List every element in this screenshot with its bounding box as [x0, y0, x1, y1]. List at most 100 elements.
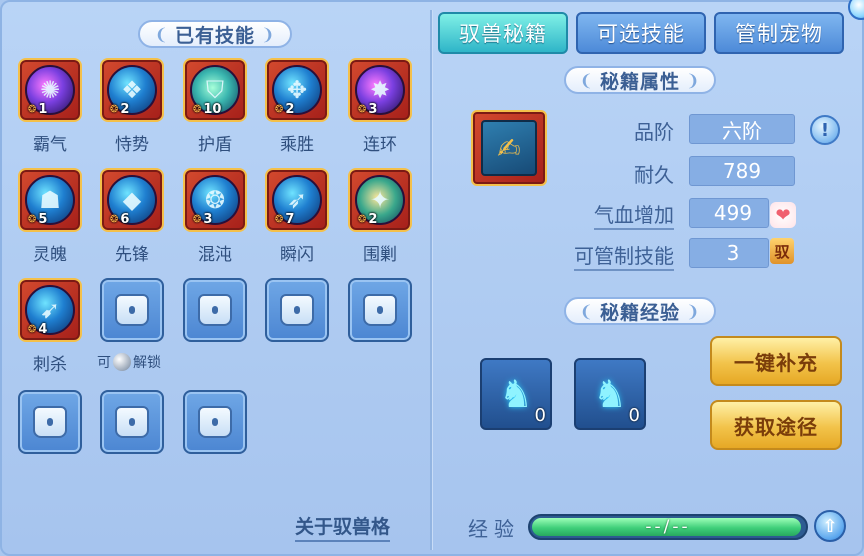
skill-name: 恃势: [115, 135, 149, 155]
upgrade-arrow-button[interactable]: ⇧: [814, 510, 846, 542]
skill-level: ❂ 2: [358, 212, 377, 227]
tab-controlled-pets[interactable]: 管制宠物: [714, 12, 844, 54]
attributes-title: 秘籍属性: [599, 70, 680, 93]
experience-banner: ❨ 秘籍经验 ❩: [564, 297, 716, 325]
hp-increase-value: 499: [689, 198, 769, 228]
exp-item-count: 0: [534, 405, 546, 426]
paw-icon: ❂: [28, 214, 37, 225]
skill-level-number: 2: [285, 102, 295, 117]
lock-icon: [363, 294, 397, 326]
lock-icon: [198, 406, 232, 438]
skill-slot[interactable]: ☗ ❂ 5: [18, 168, 82, 232]
skill-slot[interactable]: ✥ ❂ 2: [265, 58, 329, 122]
skill-level-number: 10: [203, 102, 222, 117]
lock-icon: [115, 406, 149, 438]
locked-skill-slot[interactable]: [100, 278, 164, 342]
silver-coin-icon: [113, 353, 131, 371]
skill-slot[interactable]: ✸ ❂ 3: [348, 58, 412, 122]
paw-icon: ❂: [275, 104, 284, 115]
locked-skill-slot[interactable]: [348, 278, 412, 342]
skill-slot[interactable]: ✦ ❂ 2: [348, 168, 412, 232]
owned-skills-banner: ❨ 已有技能 ❩: [138, 20, 292, 48]
skill-slot[interactable]: ➶ ❂ 7: [265, 168, 329, 232]
skill-level-number: 2: [368, 212, 378, 227]
paw-icon: ❂: [28, 324, 37, 335]
paw-icon: ❂: [193, 104, 202, 115]
skill-slot[interactable]: ❂ ❂ 3: [183, 168, 247, 232]
skill-book-panel: ❨ 已有技能 ❩ ✺ ❂ 1 霸气 ❖ ❂ 2 恃势 ⛉ ❂ 10 护盾 ✥ ❂ 2 乘胜 ✸ ❂ 3 连环 ☗ ❂ 5 灵魄…: [0, 0, 864, 556]
banner-curl-right-icon: ❩: [261, 24, 276, 44]
about-beast-slot-link[interactable]: 关于驭兽格: [295, 512, 391, 542]
paw-icon: ❂: [110, 104, 119, 115]
skill-name: 灵魄: [33, 245, 67, 265]
paw-icon: ❂: [110, 214, 119, 225]
attributes-banner: ❨ 秘籍属性 ❩: [564, 66, 716, 94]
corner-orb-icon[interactable]: [848, 0, 864, 20]
skill-name: 护盾: [198, 135, 232, 155]
locked-skill-slot[interactable]: [18, 390, 82, 454]
locked-skill-slot[interactable]: [183, 278, 247, 342]
skill-name: 霸气: [33, 135, 67, 155]
control-badge-icon: 驭: [770, 238, 794, 264]
skill-level: ❂ 1: [28, 102, 47, 117]
skill-name: 刺杀: [33, 355, 67, 375]
lock-icon: [33, 406, 67, 438]
exp-progress-bar: --/--: [528, 514, 808, 540]
panel-divider: [430, 10, 432, 550]
banner-curl-left-icon: ❨: [579, 301, 594, 321]
banner-curl-left-icon: ❨: [154, 24, 169, 44]
skill-level-number: 2: [120, 102, 130, 117]
locked-skill-slot[interactable]: [183, 390, 247, 454]
controllable-skills-label[interactable]: 可管制技能: [574, 240, 674, 271]
unlock-hint-prefix: 可: [97, 355, 111, 371]
rank-label: 品阶: [634, 120, 674, 144]
banner-curl-right-icon: ❩: [686, 301, 701, 321]
auto-refill-button[interactable]: 一键补充: [710, 336, 842, 386]
locked-skill-slot[interactable]: [265, 278, 329, 342]
skill-level: ❂ 4: [28, 322, 47, 337]
skill-name: 乘胜: [280, 135, 314, 155]
unlock-hint: 可 解锁: [97, 352, 161, 372]
book-cover-icon: ✍: [481, 120, 537, 176]
skill-slot[interactable]: ✺ ❂ 1: [18, 58, 82, 122]
skill-name: 瞬闪: [280, 245, 314, 265]
paw-icon: ❂: [193, 214, 202, 225]
skill-level-number: 5: [38, 212, 48, 227]
banner-curl-right-icon: ❩: [686, 70, 701, 90]
skill-level: ❂ 3: [358, 102, 377, 117]
skill-slot[interactable]: ◆ ❂ 6: [100, 168, 164, 232]
obtain-methods-button[interactable]: 获取途径: [710, 400, 842, 450]
skill-level: ❂ 3: [193, 212, 212, 227]
durability-value: 789: [689, 156, 795, 186]
owned-skills-title: 已有技能: [174, 24, 255, 47]
skill-level: ❂ 2: [110, 102, 129, 117]
skill-slot[interactable]: ⛉ ❂ 10: [183, 58, 247, 122]
skill-book-item[interactable]: ✍: [471, 110, 547, 186]
exp-item-1[interactable]: ♞ 0: [480, 358, 552, 430]
info-icon[interactable]: !: [810, 115, 840, 145]
skill-name: 围剿: [363, 245, 397, 265]
hp-increase-label[interactable]: 气血增加: [594, 199, 674, 230]
durability-label: 耐久: [634, 163, 674, 187]
skill-slot[interactable]: ➹ ❂ 4: [18, 278, 82, 342]
skill-level-number: 4: [38, 322, 48, 337]
locked-skill-slot[interactable]: [100, 390, 164, 454]
skill-name: 混沌: [198, 245, 232, 265]
paw-icon: ❂: [28, 104, 37, 115]
unlock-hint-suffix: 解锁: [133, 355, 161, 371]
paw-icon: ❂: [358, 214, 367, 225]
skill-level-number: 3: [368, 102, 378, 117]
tab-beast-book[interactable]: 驭兽秘籍: [438, 12, 568, 54]
banner-curl-left-icon: ❨: [579, 70, 594, 90]
lock-icon: [280, 294, 314, 326]
paw-icon: ❂: [275, 214, 284, 225]
skill-slot[interactable]: ❖ ❂ 2: [100, 58, 164, 122]
skill-level: ❂ 7: [275, 212, 294, 227]
lock-icon: [198, 294, 232, 326]
exp-item-2[interactable]: ♞ 0: [574, 358, 646, 430]
lock-icon: [115, 294, 149, 326]
experience-title: 秘籍经验: [599, 301, 680, 324]
tab-optional-skills[interactable]: 可选技能: [576, 12, 706, 54]
skill-level-number: 7: [285, 212, 295, 227]
controllable-skills-value: 3: [689, 238, 769, 268]
